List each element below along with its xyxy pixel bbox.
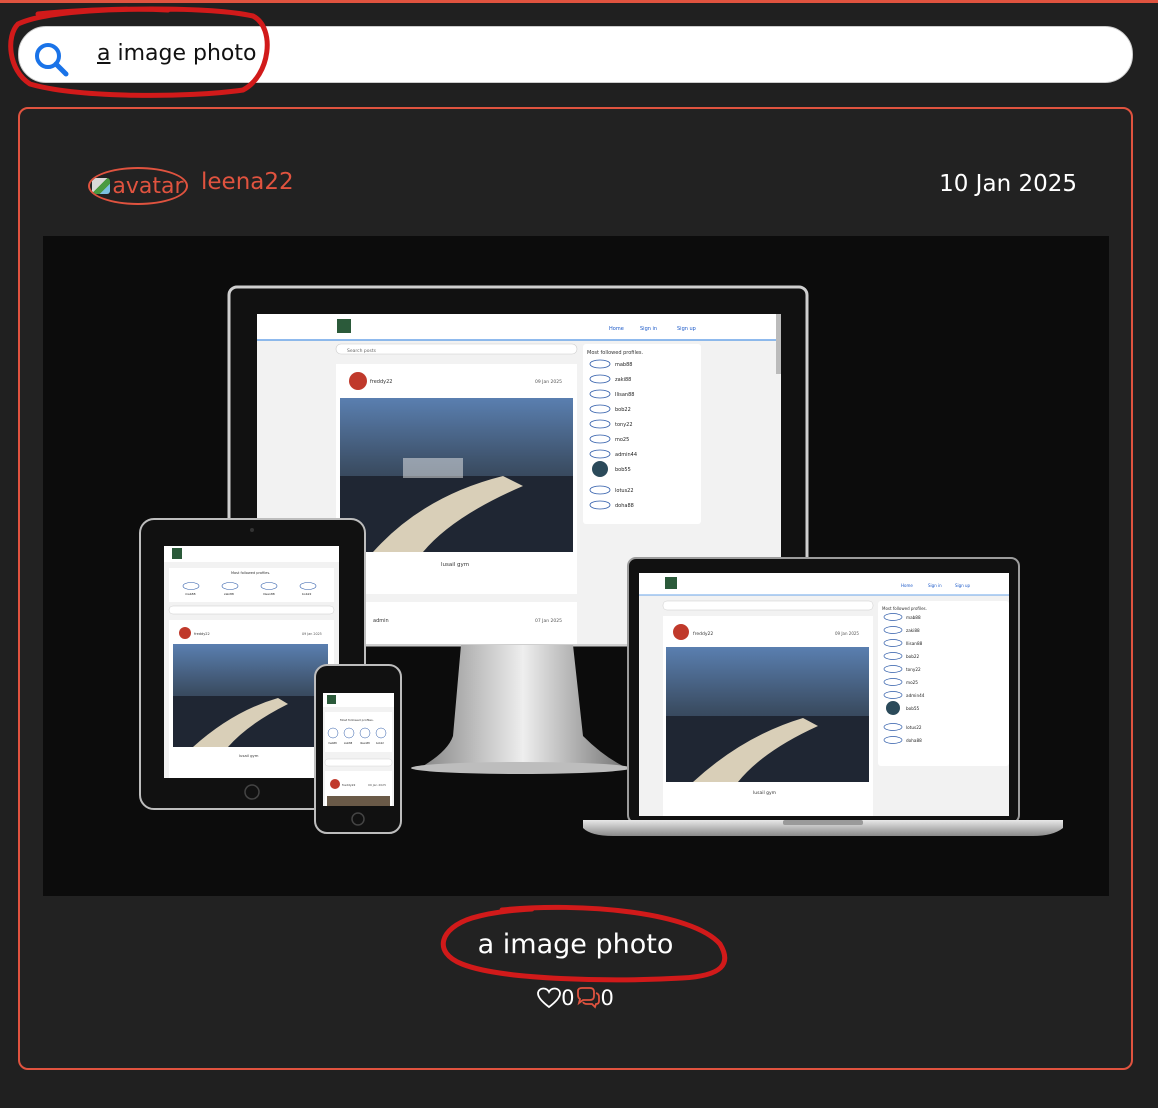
mock-post2-user: admin	[373, 618, 389, 624]
comments-icon[interactable]	[575, 987, 601, 1009]
svg-text:bob55: bob55	[615, 467, 631, 473]
mock-laptop-post-user: freddy22	[693, 631, 713, 637]
mock-search-placeholder: Search posts	[347, 348, 377, 354]
post-card: avatar leena22 10 Jan 2025 Home Sign in …	[18, 107, 1133, 1070]
svg-text:bob22: bob22	[376, 741, 384, 745]
mock-laptop-nav-signup: Sign up	[955, 583, 971, 588]
mock-tablet-post-date: 09 Jan 2025	[302, 632, 322, 636]
mock-nav-signin: Sign in	[640, 326, 657, 332]
mock-tablet-post-title: lusail gym	[239, 753, 259, 758]
svg-text:bob22: bob22	[906, 654, 920, 659]
mock-post-user: freddy22	[370, 379, 392, 385]
mock-laptop-nav-signin: Sign in	[928, 583, 942, 588]
mock-phone-followed-heading: Most followed profiles.	[340, 718, 374, 722]
svg-text:bob22: bob22	[615, 407, 631, 413]
mock-laptop-nav-home: Home	[901, 583, 913, 588]
mock-post-date: 09 Jan 2025	[535, 379, 562, 385]
svg-text:mo25: mo25	[906, 680, 918, 685]
mock-laptop-followed-heading: Most followed profiles.	[882, 606, 927, 611]
svg-text:mab88: mab88	[906, 615, 921, 620]
svg-text:mab88: mab88	[185, 592, 196, 596]
mock-phone-post-date: 09 Jan 2025	[368, 783, 386, 787]
post-username[interactable]: leena22	[201, 169, 294, 195]
mock-followed-heading: Most followed profiles.	[587, 350, 644, 356]
svg-text:zaki88: zaki88	[344, 741, 353, 745]
svg-text:mab88: mab88	[615, 362, 632, 368]
svg-text:Ilisan88: Ilisan88	[263, 592, 275, 596]
svg-text:zaki88: zaki88	[224, 592, 234, 596]
svg-text:doha88: doha88	[906, 738, 922, 743]
post-stats: 0 0	[20, 986, 1131, 1010]
mock-post2-date: 07 Jan 2025	[535, 618, 562, 624]
mock-nav-home: Home	[609, 326, 624, 332]
svg-text:mo25: mo25	[615, 437, 629, 443]
svg-text:Ilisan88: Ilisan88	[906, 641, 923, 646]
post-image: Home Sign in Sign up Search posts freddy…	[43, 236, 1109, 896]
mock-nav-signup: Sign up	[677, 326, 696, 332]
svg-text:mab88: mab88	[328, 741, 337, 745]
svg-text:doha88: doha88	[615, 503, 634, 509]
mock-tablet-post-user: freddy22	[194, 632, 210, 636]
svg-text:Ilisan88: Ilisan88	[360, 741, 370, 745]
svg-text:admin44: admin44	[906, 693, 925, 698]
svg-text:tony22: tony22	[906, 667, 921, 672]
mock-tablet-followed-heading: Most followed profiles.	[231, 571, 270, 575]
svg-text:lotus22: lotus22	[906, 725, 922, 730]
svg-text:admin44: admin44	[615, 452, 637, 458]
avatar[interactable]: avatar	[88, 167, 188, 205]
mock-post-title: lusail gym	[441, 562, 469, 568]
post-date: 10 Jan 2025	[939, 171, 1077, 197]
mock-laptop-post-date: 09 Jan 2025	[835, 631, 859, 636]
mock-laptop-post-title: lusail gym	[753, 790, 776, 796]
svg-text:lotus22: lotus22	[615, 488, 634, 494]
svg-text:zaki88: zaki88	[906, 628, 920, 633]
annotation-circle-search	[8, 6, 270, 98]
annotation-circle-title	[440, 904, 728, 983]
heart-icon[interactable]	[537, 987, 562, 1009]
device-mockup-illustration: Home Sign in Sign up Search posts freddy…	[139, 285, 1063, 836]
comments-count: 0	[600, 986, 614, 1010]
broken-image-icon	[92, 178, 111, 194]
top-accent-line	[0, 0, 1158, 3]
svg-text:bob55: bob55	[906, 706, 920, 711]
svg-text:tony22: tony22	[615, 422, 633, 428]
svg-text:zaki88: zaki88	[615, 377, 631, 383]
svg-text:bob22: bob22	[302, 592, 312, 596]
mock-phone-post-user: freddy22	[342, 783, 356, 787]
svg-text:Ilisan88: Ilisan88	[615, 392, 634, 398]
likes-count: 0	[561, 986, 575, 1010]
